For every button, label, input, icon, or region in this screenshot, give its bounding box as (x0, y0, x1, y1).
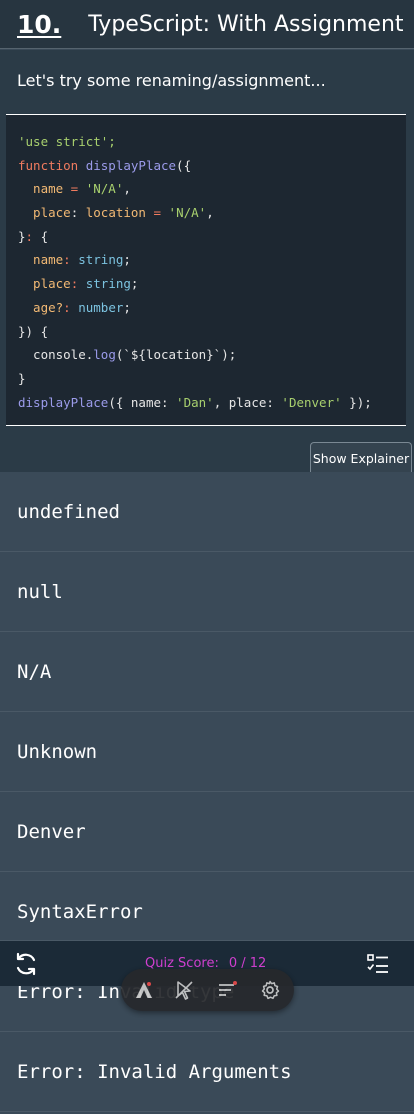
code-token: place (18, 276, 71, 292)
code-line: function displayPlace({ (18, 154, 406, 178)
code-token: : (63, 299, 79, 315)
code-token: 'use strict'; (18, 134, 116, 149)
cursor-icon[interactable] (173, 979, 195, 1001)
code-token: ({ name: (108, 394, 177, 410)
code-token: 'Dan' (176, 394, 214, 410)
code-token: } (18, 228, 26, 244)
code-token: 'N/A' (168, 205, 207, 221)
code-token: : (70, 205, 86, 221)
code-token: }); (341, 394, 372, 410)
code-token: ; (130, 276, 139, 292)
code-token: : (70, 276, 86, 292)
code-token: 'N/A' (85, 181, 124, 197)
code-line: 'use strict'; (18, 130, 406, 154)
refresh-icon[interactable] (13, 951, 39, 977)
gear-icon[interactable] (259, 979, 281, 1001)
code-token: ({ (176, 157, 192, 173)
code-token: = (63, 181, 86, 197)
code-token: number (78, 299, 124, 315)
question-header: 10. TypeScript: With Assignment (0, 0, 414, 49)
question-title: TypeScript: With Assignment (88, 11, 404, 37)
code-line: name: string; (18, 248, 406, 272)
code-line: name = 'N/A', (18, 177, 406, 201)
code-line: } (18, 367, 406, 391)
question-prompt: Let's try some renaming/assignment... (17, 71, 326, 90)
answer-option[interactable]: Error: Invalid Arguments (0, 1032, 414, 1112)
code-token: } (18, 370, 26, 386)
answer-option[interactable]: null (0, 552, 414, 632)
code-token: ; (123, 252, 131, 268)
code-token: : (25, 228, 41, 244)
answer-option[interactable]: Denver (0, 792, 414, 872)
code-token: , (206, 205, 214, 221)
code-line: place: location = 'N/A', (18, 201, 406, 225)
answer-option[interactable]: Unknown (0, 712, 414, 792)
code-line: displayPlace({ name: 'Dan', place: 'Denv… (18, 391, 406, 415)
code-line: place: string; (18, 272, 406, 296)
code-token: { (40, 228, 49, 244)
code-token: , place: (213, 394, 282, 410)
code-token: 'Denver' (281, 394, 342, 410)
code-line: console.log(`${location}`); (18, 343, 406, 367)
code-token: = (145, 205, 169, 221)
floating-toolbar (121, 969, 294, 1011)
show-explainer-button[interactable]: Show Explainer (310, 442, 412, 473)
code-token: log (93, 347, 116, 363)
code-token: ); (221, 347, 237, 363)
question-number[interactable]: 10. (17, 10, 61, 39)
code-token: age? (18, 299, 64, 315)
code-token: , (123, 181, 131, 197)
logo-icon[interactable] (133, 979, 155, 1001)
code-token: string (85, 276, 131, 292)
answer-option[interactable]: undefined (0, 472, 414, 552)
code-token: location (85, 205, 146, 221)
code-token: }) { (18, 323, 49, 339)
code-token: place (18, 205, 71, 221)
answer-list: undefined null N/A Unknown Denver SyntaxError… (0, 472, 414, 1112)
code-snippet: 'use strict'; function displayPlace({ nam… (6, 114, 406, 426)
quiz-page: 10. TypeScript: With Assignment Let's tr… (0, 0, 414, 1114)
code-token: function (18, 157, 86, 173)
code-token: displayPlace (18, 394, 109, 410)
answer-option[interactable]: N/A (0, 632, 414, 712)
code-token: name (18, 181, 64, 197)
code-token: displayPlace (85, 157, 177, 173)
code-line: }) { (18, 320, 406, 344)
code-token: console. (18, 347, 94, 363)
question-body: Let's try some renaming/assignment... 'u… (0, 50, 414, 472)
checklist-icon[interactable] (366, 952, 390, 976)
code-line: }: { (18, 225, 406, 249)
code-token: ; (123, 299, 131, 315)
filter-icon[interactable] (217, 979, 239, 1001)
code-token: `${location}` (123, 347, 222, 363)
code-token: : (63, 252, 79, 268)
code-line: age?: number; (18, 296, 406, 320)
code-token: string (78, 252, 124, 268)
code-token: name (18, 252, 64, 268)
